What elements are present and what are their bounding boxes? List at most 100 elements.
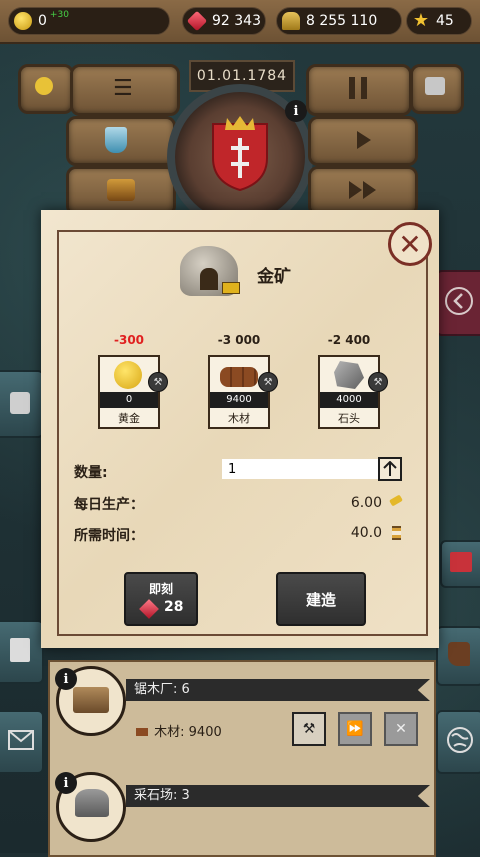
quantity-max-button[interactable] <box>378 457 402 481</box>
quantity-label: 数量: <box>74 465 108 481</box>
buy-gold-button[interactable]: ⚒ <box>148 372 168 392</box>
left-side-button[interactable] <box>0 370 44 438</box>
quarry-title: 采石场: 3 <box>134 788 190 803</box>
stone-label: 石头 <box>338 412 360 425</box>
fast-forward-button[interactable] <box>308 166 418 216</box>
boot-icon <box>448 642 470 666</box>
star-icon: ★ <box>412 10 430 31</box>
gold-label: 黄金 <box>118 412 140 425</box>
instant-build-button[interactable]: 即刻 28 <box>124 572 198 626</box>
date-value: 01.01.1784 <box>196 68 288 84</box>
gems-counter[interactable]: 92 343 <box>182 7 266 35</box>
treasure-button[interactable] <box>66 166 176 216</box>
info-icon: i <box>63 671 69 687</box>
instant-cost: 28 <box>164 599 184 615</box>
gift-button[interactable] <box>440 540 480 588</box>
build-hammer-button[interactable]: ⚒ <box>292 712 326 746</box>
quarry-icon <box>75 789 109 817</box>
hammer-icon: ⚒ <box>302 721 316 737</box>
storage-icon <box>425 77 445 95</box>
menu-button[interactable]: ☰ <box>70 64 180 116</box>
world-map-button[interactable] <box>436 710 480 774</box>
gold-counter[interactable]: 0 +30 <box>8 7 170 35</box>
army-button[interactable] <box>436 626 480 686</box>
gold-coin-icon <box>14 12 32 30</box>
quarry-info-button[interactable]: i <box>55 772 77 794</box>
buy-wood-button[interactable]: ⚒ <box>258 372 278 392</box>
list-item-title: 采石场: 3 <box>126 785 430 807</box>
wood-stock: 9400 <box>210 392 268 408</box>
gold-mine-icon <box>176 240 246 306</box>
quantity-input[interactable] <box>222 459 382 479</box>
coat-of-arms-icon <box>212 116 268 192</box>
mail-button[interactable] <box>0 710 44 774</box>
build-time-label: 所需时间： <box>74 528 144 544</box>
stars-value: 45 <box>436 13 454 29</box>
coin-stack-icon <box>35 77 53 95</box>
upgrade-button[interactable]: ⏩ <box>338 712 372 746</box>
mail-icon <box>8 730 34 750</box>
population-value: 8 255 110 <box>306 13 378 29</box>
gold-value: 0 <box>38 13 47 29</box>
play-icon <box>357 131 371 149</box>
stars-counter[interactable]: ★ 45 <box>406 7 472 35</box>
gems-value: 92 343 <box>212 13 261 29</box>
quests-button[interactable] <box>0 620 44 684</box>
gift-icon <box>450 552 472 572</box>
wood-resource-tile[interactable]: 9400 木材 <box>208 355 270 429</box>
population-counter[interactable]: 8 255 110 <box>276 7 402 35</box>
collapse-panel-button[interactable] <box>436 270 480 336</box>
pause-icon-bar-right <box>361 77 367 99</box>
storage-button[interactable] <box>410 64 464 114</box>
research-button[interactable] <box>66 116 176 166</box>
quest-scroll-icon <box>10 638 30 662</box>
chevron-left-icon <box>445 287 473 315</box>
demolish-button[interactable]: ✕ <box>384 712 418 746</box>
arrow-up-icon <box>383 461 397 476</box>
pause-button[interactable] <box>306 64 412 116</box>
fast-forward-icon <box>349 181 376 199</box>
hammer-icon: ⚒ <box>263 376 273 388</box>
people-icon <box>282 12 300 30</box>
globe-icon <box>447 727 473 753</box>
logs-icon <box>220 367 258 387</box>
sawmill-title: 锯木厂: 6 <box>134 682 190 697</box>
hammer-icon: ⚒ <box>153 376 163 388</box>
hammer-icon: ⚒ <box>373 376 383 388</box>
gold-resource-tile[interactable]: 0 黄金 <box>98 355 160 429</box>
wood-icon <box>136 728 148 736</box>
gold-coin-icon <box>114 361 142 389</box>
pause-icon-bar-left <box>349 77 355 99</box>
gold-cost: -300 <box>113 333 145 347</box>
sawmill-resource: 木材: 9400 <box>136 721 222 740</box>
sawmill-resource-value: 木材: 9400 <box>154 725 222 740</box>
treasure-chest-icon <box>107 179 135 201</box>
list-item-title: 锯木厂: 6 <box>126 679 430 701</box>
resources-button[interactable] <box>18 64 74 114</box>
menu-icon: ☰ <box>113 76 133 101</box>
sawmill-icon <box>73 687 109 713</box>
wood-cost: -3 000 <box>217 333 261 347</box>
gold-income: +30 <box>49 10 69 20</box>
stone-resource-tile[interactable]: 4000 石头 <box>318 355 380 429</box>
info-icon: i <box>63 775 69 791</box>
flask-icon <box>105 127 127 153</box>
city-info-button[interactable]: i <box>285 100 307 122</box>
close-button[interactable]: ✕ <box>388 222 432 266</box>
close-icon: ✕ <box>398 227 422 261</box>
play-button[interactable] <box>308 116 418 166</box>
build-button[interactable]: 建造 <box>276 572 366 626</box>
stone-stock: 4000 <box>320 392 378 408</box>
instant-label: 即刻 <box>148 582 173 596</box>
daily-production-value: 6.00 <box>350 495 382 511</box>
stone-cost: -2 400 <box>327 333 371 347</box>
buy-stone-button[interactable]: ⚒ <box>368 372 388 392</box>
ruby-icon <box>139 599 159 619</box>
wood-label: 木材 <box>228 412 250 425</box>
sawmill-info-button[interactable]: i <box>55 668 77 690</box>
scroll-icon <box>10 392 30 414</box>
build-label: 建造 <box>305 590 336 609</box>
build-time-value: 40.0 <box>350 525 382 541</box>
dialog-title: 金矿 <box>257 267 291 287</box>
x-icon: ✕ <box>395 721 407 737</box>
